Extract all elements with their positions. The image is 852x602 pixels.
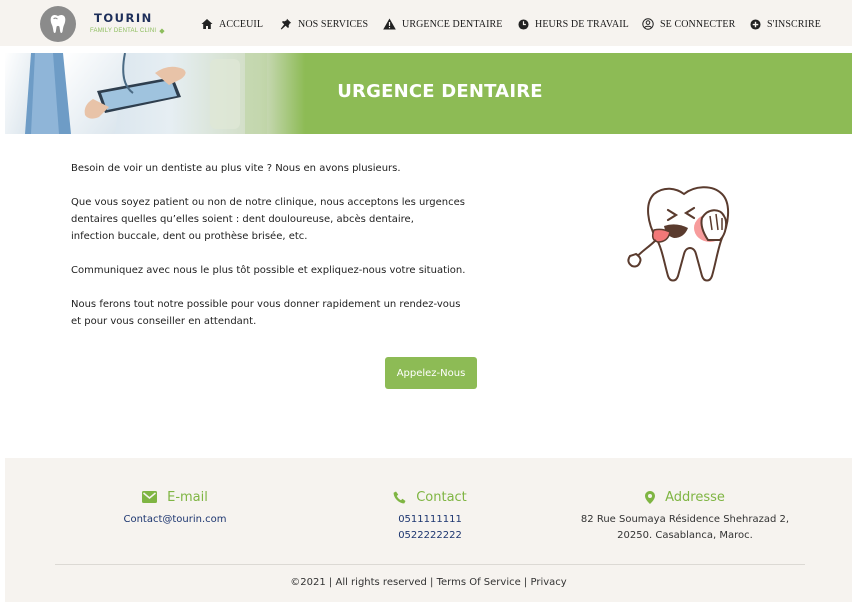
nav-label: HEURS DE TRAVAIL [535,18,629,30]
footer-address-column: Addresse 82 Rue Soumaya Résidence Shehra… [570,489,800,544]
nav-item-urgence[interactable]: URGENCE DENTAIRE [383,17,503,31]
hero-photo-dentist-tablet [5,53,305,134]
address-title: Addresse [665,489,725,505]
home-icon [201,19,213,29]
call-us-button[interactable]: Appelez-Nous [385,357,477,389]
intro-paragraph: Besoin de voir un dentiste au plus vite … [71,163,401,174]
site-footer: E-mail Contact@tourin.com Contact 051111… [5,458,852,602]
contact-paragraph: Communiquez avec nous le plus tôt possib… [71,265,466,276]
address-line-2: 20250. Casablanca, Maroc. [617,530,753,541]
brand-name: TOURIN [94,11,153,26]
page-title: URGENCE DENTAIRE [337,81,543,102]
warning-icon [383,18,396,30]
nav-item-accueil[interactable]: ACCEUIL [201,17,263,31]
email-link[interactable]: Contact@tourin.com [105,512,245,528]
nav-label: URGENCE DENTAIRE [402,18,503,30]
nav-item-connecter[interactable]: SE CONNECTER [642,17,735,31]
nav-label: S'INSCRIRE [767,18,821,30]
plus-circle-icon [750,18,761,30]
footer-contact-column: Contact 0511111111 0522222222 [370,489,490,544]
phone-number-2[interactable]: 0522222222 [370,528,490,544]
envelope-icon [142,491,158,503]
phone-number-1[interactable]: 0511111111 [370,512,490,528]
nav-label: NOS SERVICES [298,18,369,30]
nav-label: ACCEUIL [219,18,264,30]
map-pin-icon [645,490,656,504]
brand-dot-icon: ◆ [159,27,165,35]
nav-item-horaires[interactable]: HEURS DE TRAVAIL [518,17,629,31]
hero-banner: URGENCE DENTAIRE [5,53,852,134]
brand-logo-link[interactable]: TOURIN FAMILY DENTAL CLINI ◆ [40,5,188,43]
pin-icon [280,18,292,30]
tooth-logo-icon [40,6,76,42]
toothache-illustration [627,186,729,282]
nav-item-inscrire[interactable]: S'INSCRIRE [750,17,821,31]
user-circle-icon [642,18,654,30]
phone-icon [393,491,406,503]
nav-label: SE CONNECTER [660,18,736,30]
footer-email-column: E-mail Contact@tourin.com [105,489,245,528]
copyright-text: ©2021 | All rights reserved | Terms Of S… [290,577,567,588]
nav-item-services[interactable]: NOS SERVICES [280,17,368,31]
emergency-description: Besoin de voir un dentiste au plus vite … [71,160,511,347]
footer-divider [55,564,805,565]
contact-title: Contact [416,489,467,505]
top-navigation: TOURIN FAMILY DENTAL CLINI ◆ ACCEUIL NOS… [0,0,852,46]
acceptance-paragraph: Que vous soyez patient ou non de notre c… [71,197,466,242]
brand-tagline: FAMILY DENTAL CLINI [90,28,157,35]
address-line-1: 82 Rue Soumaya Résidence Shehrazad 2, [580,514,790,525]
email-title: E-mail [167,489,208,505]
clock-icon [518,18,529,30]
promise-paragraph: Nous ferons tout notre possible pour vou… [71,299,461,327]
